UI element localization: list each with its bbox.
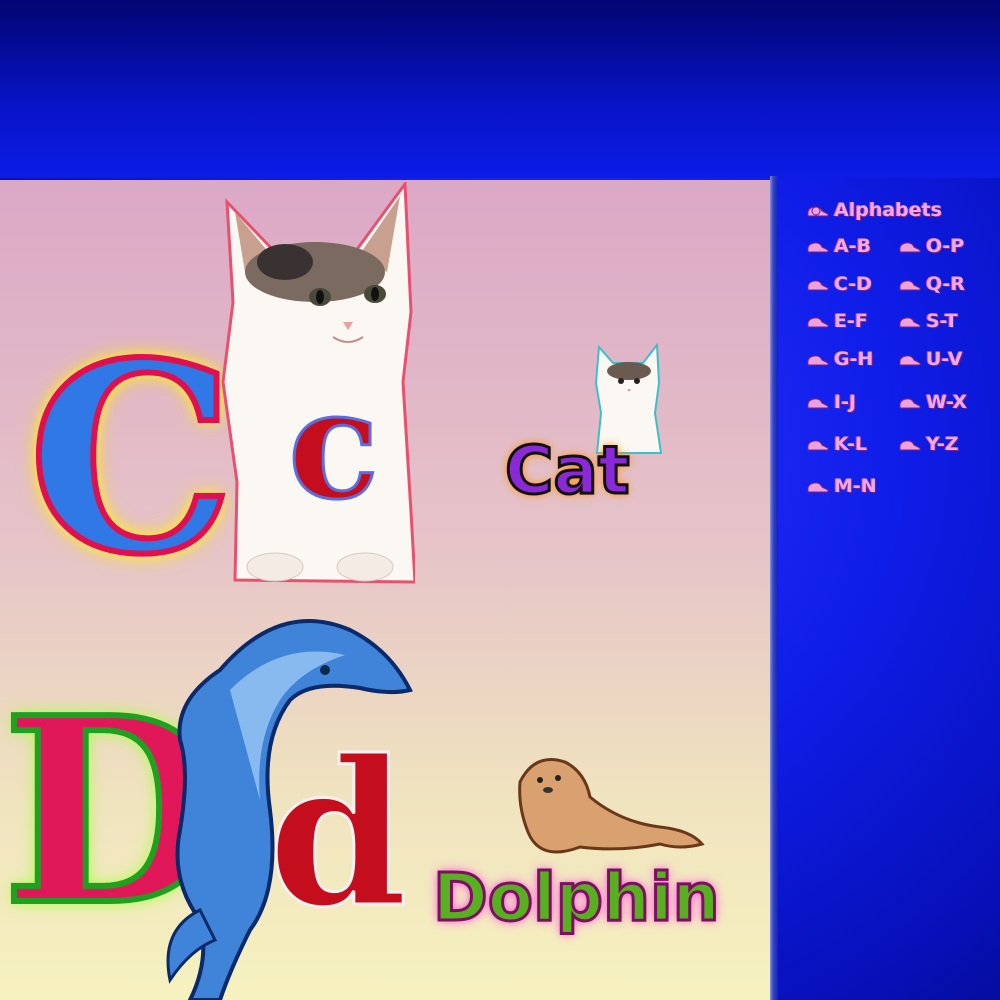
letter-c-uppercase: C: [25, 307, 238, 612]
snail-icon: [807, 206, 829, 217]
nav-link-c-d[interactable]: C-D: [806, 273, 872, 295]
snail-icon: [899, 317, 921, 328]
nav-link-w-x[interactable]: W-X: [898, 391, 967, 413]
nav-link-q-r[interactable]: Q-R: [898, 273, 965, 295]
nav-label: Y-Z: [926, 433, 959, 455]
snail-icon: [899, 440, 921, 451]
snail-icon: [807, 398, 829, 409]
nav-label: O-P: [926, 235, 965, 257]
word-cat: Cat: [504, 432, 632, 509]
snail-icon: [807, 242, 829, 253]
nav-label: C-D: [834, 273, 873, 295]
content-panel: C c Cat D d Dolphin: [0, 180, 770, 1000]
nav-link-a-b[interactable]: A-B: [806, 235, 871, 257]
letter-d-lowercase: d: [267, 717, 410, 952]
nav-label: E-F: [834, 310, 868, 332]
nav-link-s-t[interactable]: S-T: [898, 310, 958, 332]
snail-icon: [807, 317, 829, 328]
nav-label: M-N: [834, 475, 877, 497]
nav-label: U-V: [926, 348, 963, 370]
snail-icon: [899, 398, 921, 409]
nav-label: Q-R: [926, 273, 966, 295]
seal-icon: [518, 758, 705, 854]
nav-label: K-L: [834, 433, 868, 455]
nav-link-o-p[interactable]: O-P: [898, 235, 964, 257]
nav-label: W-X: [926, 391, 968, 413]
nav-link-e-f[interactable]: E-F: [806, 310, 868, 332]
snail-icon: [807, 440, 829, 451]
nav-link-y-z[interactable]: Y-Z: [898, 433, 959, 455]
snail-icon: [807, 482, 829, 493]
snail-icon: [899, 280, 921, 291]
snail-icon: [899, 242, 921, 253]
nav-link-u-v[interactable]: U-V: [898, 348, 963, 370]
nav-label: A-B: [834, 235, 872, 257]
nav-label: G-H: [834, 348, 874, 370]
snail-icon: [807, 280, 829, 291]
nav-label: S-T: [926, 310, 958, 332]
panel-divider: [770, 176, 778, 1000]
nav-link-g-h[interactable]: G-H: [806, 348, 873, 370]
nav-link-alphabets[interactable]: Alphabets: [806, 199, 942, 221]
top-banner: [0, 0, 1000, 178]
nav-link-m-n[interactable]: M-N: [806, 475, 877, 497]
nav-link-i-j[interactable]: I-J: [806, 391, 856, 413]
nav-link-k-l[interactable]: K-L: [806, 433, 867, 455]
nav-label: Alphabets: [834, 199, 943, 221]
nav-label: I-J: [834, 391, 857, 413]
snail-icon: [899, 355, 921, 366]
letter-c-lowercase: c: [286, 357, 380, 533]
word-dolphin: Dolphin: [432, 859, 722, 936]
snail-icon: [807, 355, 829, 366]
